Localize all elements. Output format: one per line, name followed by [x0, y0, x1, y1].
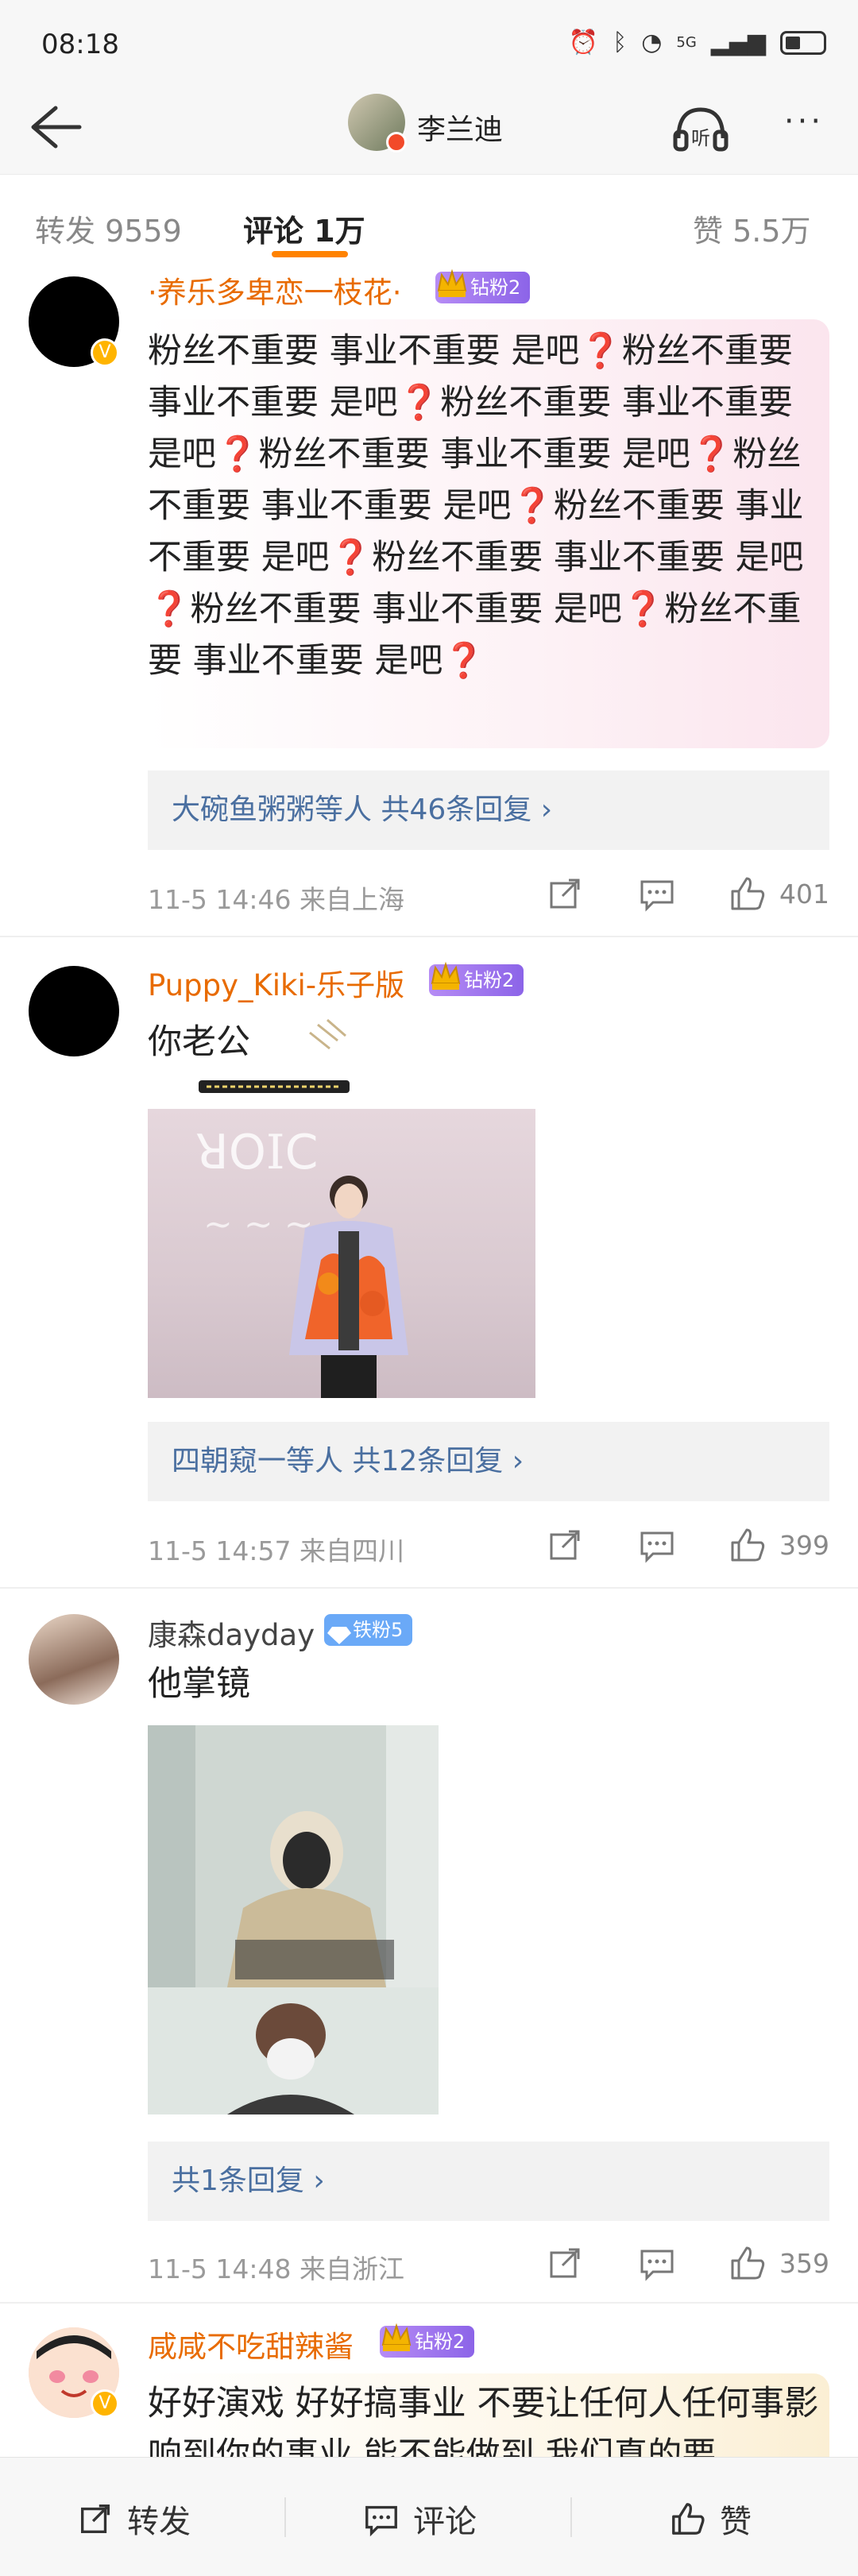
crown-icon [437, 268, 467, 297]
status-icons: ⏰ ᛒ ◔ 5G ▂▄▆ [569, 29, 826, 56]
tab-comments[interactable]: 评论 1万 [243, 207, 365, 250]
comment-username[interactable]: 康森dayday [148, 1611, 315, 1654]
comment-time-location: 11-5 14:57 来自四川 [148, 1535, 404, 1566]
status-bar: 08:18 ⏰ ᛒ ◔ 5G ▂▄▆ [0, 0, 858, 91]
comment-meta: 11-5 14:57 来自四川 399 [148, 1524, 829, 1571]
alarm-icon: ⏰ [568, 29, 599, 56]
svg-text:听: 听 [691, 127, 710, 149]
comment-icon [365, 2505, 397, 2537]
fan-badge: 钻粉2 [435, 268, 531, 303]
header-title[interactable]: 李兰迪 [417, 106, 503, 148]
thumbs-up-icon[interactable] [728, 1525, 767, 1565]
share-icon[interactable] [545, 874, 585, 913]
comment-username[interactable]: Puppy_Kiki-乐子版 [148, 961, 404, 1004]
reply-count: 共46条回复 › [381, 794, 553, 826]
like-count: 359 [779, 2248, 829, 2279]
comment-text: 他掌镜 [148, 1664, 250, 1704]
reply-users: 大碗鱼粥粥等人 [172, 794, 373, 826]
comment-username[interactable]: 咸咸不吃甜辣酱 [148, 2323, 354, 2366]
bottom-divider [284, 2497, 286, 2537]
comment-meta: 11-5 14:46 来自上海 401 [148, 872, 829, 920]
comment-sticker-icon [199, 1018, 350, 1093]
comment-username[interactable]: ·养乐多卑恋一枝花· [148, 268, 402, 311]
comment-image[interactable]: ꓤꓳIꓚ ~ ~ ~ [148, 1109, 535, 1398]
comment-item: 康森dayday 铁粉5 他掌镜 共1条回复 › 11-5 14:48 来自浙江… [0, 1589, 858, 2304]
fan-badge: 铁粉5 [324, 1614, 413, 1646]
share-icon [81, 2505, 110, 2533]
comment-item: Puppy_Kiki-乐子版 钻粉2 你老公 ꓤꓳIꓚ ~ ~ ~ 四朝窥一等人… [0, 937, 858, 1589]
like-label: 赞 [720, 2504, 752, 2540]
repost-label: 转发 [127, 2504, 191, 2540]
comment-item: V ·养乐多卑恋一枝花· 钻粉2 粉丝不重要 事业不重要 是吧❓粉丝不重要 事业… [0, 262, 858, 937]
reply-count: 共1条回复 › [172, 2165, 325, 2197]
tab-bar: 转发 9559 评论 1万 赞 5.5万 [0, 175, 858, 262]
reply-summary[interactable]: 共1条回复 › [148, 2142, 829, 2221]
tab-likes[interactable]: 赞 5.5万 [693, 207, 811, 250]
signal-icon: ▂▄▆ [710, 29, 766, 56]
comment-icon[interactable] [637, 2243, 677, 2283]
network-label: 5G [676, 34, 697, 51]
back-arrow-icon [31, 106, 82, 149]
comment-time-location: 11-5 14:48 来自浙江 [148, 2254, 404, 2284]
fan-badge: 钻粉2 [429, 961, 524, 996]
status-time: 08:18 [41, 29, 119, 60]
bottom-divider [570, 2497, 572, 2537]
more-button[interactable]: ··· [772, 103, 836, 151]
comment-item: V 咸咸不吃甜辣酱 钻粉2 好好演戏 好好搞事业 不要让任何人任何事影响到你的事… [0, 2304, 858, 2457]
wifi-icon: ◔ [641, 29, 663, 56]
repost-button[interactable]: 转发 [76, 2496, 191, 2542]
tab-active-indicator [272, 251, 348, 257]
bottom-action-bar: 转发 评论 赞 [0, 2457, 858, 2576]
reply-summary[interactable]: 大碗鱼粥粥等人 共46条回复 › [148, 770, 829, 850]
verified-badge-icon: V [91, 338, 119, 367]
comment-label: 评论 [413, 2504, 477, 2540]
battery-icon [780, 30, 826, 55]
tab-reposts[interactable]: 转发 9559 [35, 207, 182, 250]
crown-icon [381, 2323, 412, 2351]
avatar[interactable] [29, 1614, 119, 1705]
verified-badge-icon: V [91, 2389, 119, 2418]
person-figure-icon [289, 1176, 408, 1398]
thumbs-up-icon [672, 2503, 705, 2535]
comment-image[interactable] [148, 1725, 439, 2114]
crown-icon [431, 961, 461, 990]
like-button[interactable]: 赞 [669, 2496, 752, 2542]
comment-icon[interactable] [637, 874, 677, 913]
share-icon[interactable] [545, 1525, 585, 1565]
header: 李兰迪 听 ··· [0, 79, 858, 175]
avatar[interactable] [29, 966, 119, 1056]
comment-text: 好好演戏 好好搞事业 不要让任何人任何事影响到你的事业 能不能做到 我们真的要 [148, 2384, 819, 2457]
thumbs-up-icon[interactable] [728, 2243, 767, 2283]
header-avatar[interactable] [348, 94, 407, 153]
like-count: 401 [779, 879, 829, 910]
like-count: 399 [779, 1530, 829, 1561]
verified-badge-icon [386, 132, 407, 153]
listen-button[interactable]: 听 [669, 100, 732, 156]
share-icon[interactable] [545, 2243, 585, 2283]
comment-time-location: 11-5 14:46 来自上海 [148, 884, 404, 915]
avatar[interactable]: V [29, 2327, 119, 2418]
thumbs-up-icon[interactable] [728, 874, 767, 913]
comment-meta: 11-5 14:48 来自浙江 359 [148, 2242, 829, 2289]
back-button[interactable] [24, 98, 87, 154]
reply-summary[interactable]: 四朝窥一等人 共12条回复 › [148, 1422, 829, 1501]
comment-icon[interactable] [637, 1525, 677, 1565]
fan-badge: 钻粉2 [380, 2323, 475, 2358]
reply-users: 四朝窥一等人 [172, 1445, 344, 1477]
comment-text: 粉丝不重要 事业不重要 是吧❓粉丝不重要 事业不重要 是吧❓粉丝不重要 事业不重… [148, 331, 804, 681]
reply-count: 共12条回复 › [352, 1445, 524, 1477]
bluetooth-icon: ᛒ [613, 29, 628, 56]
diamond-icon [327, 1627, 351, 1644]
comment-button[interactable]: 评论 [362, 2496, 477, 2542]
avatar[interactable]: V [29, 276, 119, 367]
headphones-icon: 听 [673, 107, 729, 152]
photo-content-icon [148, 1725, 439, 2114]
